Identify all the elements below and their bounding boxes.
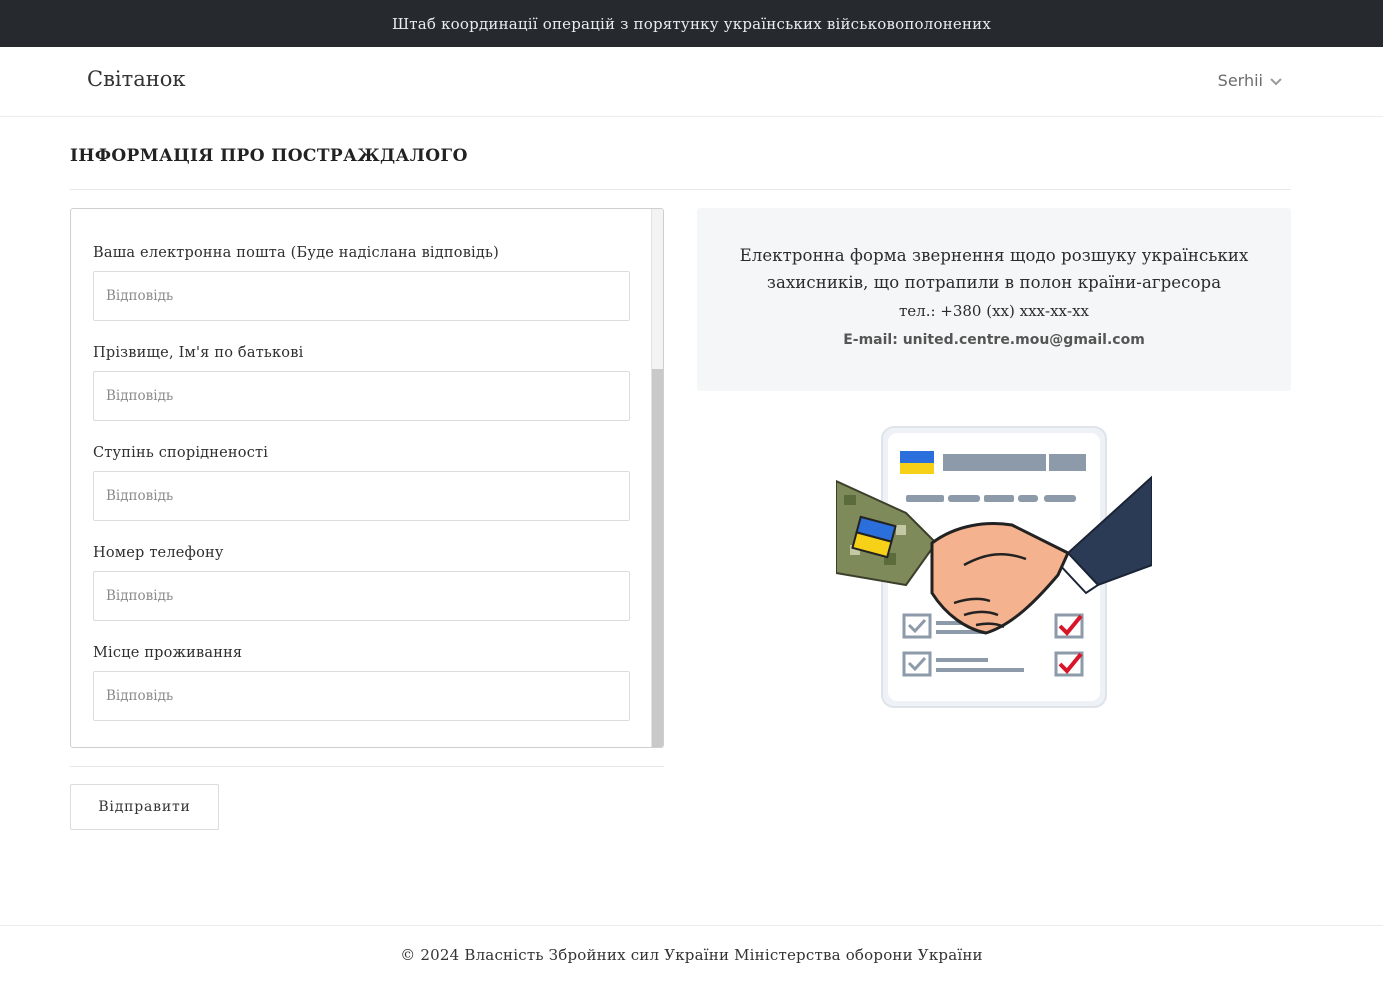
info-description: Електронна форма звернення щодо розшуку …: [739, 246, 1249, 292]
brand-logo-link[interactable]: Світанок: [87, 67, 186, 91]
user-name: Serhii: [1217, 71, 1263, 90]
user-menu[interactable]: Serhii: [1218, 71, 1283, 90]
relationship-label: Ступінь спорідненості: [93, 445, 269, 461]
phone-field-group: Номер телефону: [93, 543, 630, 621]
info-panel: Електронна форма звернення щодо розшуку …: [697, 208, 1291, 391]
fullname-field[interactable]: [93, 371, 630, 421]
residence-field-group: Місце проживання: [93, 643, 630, 721]
info-phone: тел.: +380 (хх) ххх-хх-хх: [898, 302, 1089, 320]
navbar: Світанок Serhii: [0, 47, 1383, 117]
page-title: ІНФОРМАЦІЯ ПРО ПОСТРАЖДАЛОГО: [70, 146, 468, 166]
handshake-document-illustration: [836, 426, 1152, 708]
form-scrollbar[interactable]: [651, 209, 663, 747]
relationship-field-group: Ступінь спорідненості: [93, 443, 630, 521]
fullname-label: Прізвище, Ім'я по батькові: [93, 345, 304, 361]
title-divider: [70, 189, 1291, 190]
form-divider: [70, 766, 664, 767]
residence-field[interactable]: [93, 671, 630, 721]
footer-text: © 2024 Власність Збройних сил України Мі…: [400, 946, 983, 964]
residence-label: Місце проживання: [93, 645, 243, 661]
form-scrollbar-thumb[interactable]: [652, 369, 663, 747]
email-field-group: Ваша електронна пошта (Буде надіслана ві…: [93, 243, 630, 321]
info-email: E-mail: united.centre.mou@gmail.com: [843, 332, 1145, 348]
footer: © 2024 Власність Збройних сил України Мі…: [0, 925, 1383, 984]
top-banner: Штаб координації операцій з порятунку ук…: [0, 0, 1383, 47]
email-label: Ваша електронна пошта (Буде надіслана ві…: [93, 245, 499, 261]
top-banner-text: Штаб координації операцій з порятунку ук…: [391, 14, 992, 33]
fullname-field-group: Прізвище, Ім'я по батькові: [93, 343, 630, 421]
relationship-field[interactable]: [93, 471, 630, 521]
flag-yellow-icon: [900, 463, 934, 474]
flag-blue-icon: [900, 451, 934, 463]
phone-field[interactable]: [93, 571, 630, 621]
chevron-down-icon: [1270, 77, 1282, 85]
form-panel: Ваша електронна пошта (Буде надіслана ві…: [70, 208, 664, 748]
submit-button[interactable]: Відправити: [70, 784, 219, 830]
phone-label: Номер телефону: [93, 545, 224, 561]
form-scroll-area: Ваша електронна пошта (Буде надіслана ві…: [71, 209, 652, 747]
email-field[interactable]: [93, 271, 630, 321]
